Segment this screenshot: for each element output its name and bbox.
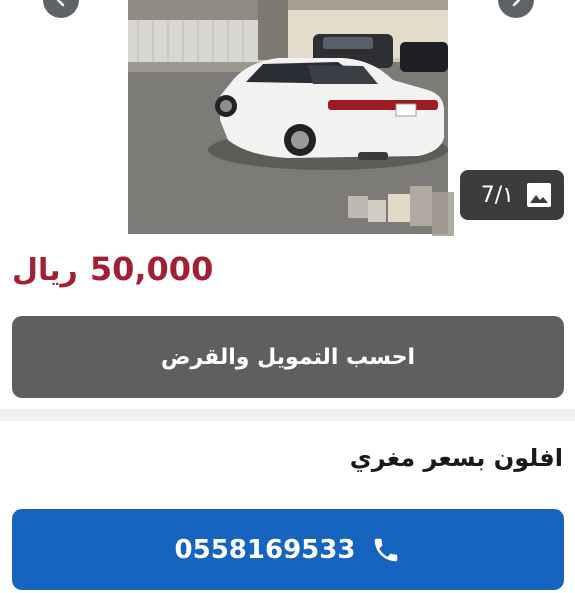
photo-counter-badge[interactable]: 7/۱ <box>460 170 564 220</box>
section-divider <box>0 409 575 421</box>
photo-gallery[interactable]: 7/۱ <box>0 0 575 236</box>
price-amount: 50,000 <box>89 250 214 288</box>
phone-icon <box>375 538 398 561</box>
blurred-watermark <box>348 186 454 236</box>
phone-number: 0558169533 <box>174 534 356 565</box>
image-icon <box>527 183 551 207</box>
chevron-right-icon <box>512 0 521 7</box>
price-currency: ريال <box>12 253 78 288</box>
listing-title: افلون بسعر مغري <box>349 444 563 472</box>
price: 50,000 ريال <box>12 250 213 294</box>
photo-counter: 7/۱ <box>480 182 514 208</box>
finance-calculator-button[interactable]: احسب التمويل والقرض <box>12 316 564 398</box>
prev-photo-button[interactable] <box>43 0 79 18</box>
next-photo-button[interactable] <box>498 0 534 18</box>
call-button[interactable]: 0558169533 <box>12 509 564 590</box>
chevron-left-icon <box>56 0 65 7</box>
